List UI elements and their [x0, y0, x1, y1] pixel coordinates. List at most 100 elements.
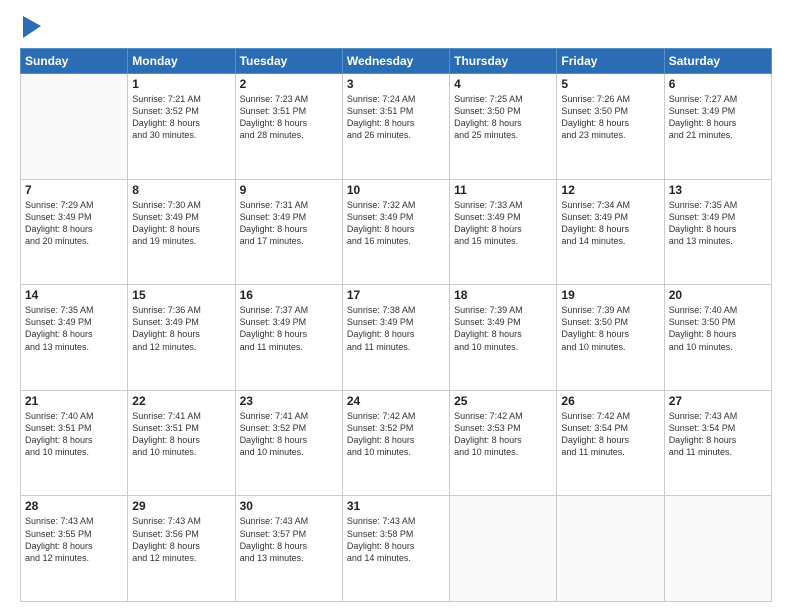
- day-number: 16: [240, 288, 338, 302]
- calendar-header-row: Sunday Monday Tuesday Wednesday Thursday…: [21, 49, 772, 74]
- calendar-week-row: 14 Sunrise: 7:35 AMSunset: 3:49 PMDayligh…: [21, 285, 772, 391]
- table-row: 1 Sunrise: 7:21 AMSunset: 3:52 PMDaylight…: [128, 74, 235, 180]
- day-number: 25: [454, 394, 552, 408]
- day-info: Sunrise: 7:34 AMSunset: 3:49 PMDaylight:…: [561, 199, 659, 248]
- day-number: 21: [25, 394, 123, 408]
- day-number: 22: [132, 394, 230, 408]
- calendar-week-row: 21 Sunrise: 7:40 AMSunset: 3:51 PMDayligh…: [21, 390, 772, 496]
- table-row: 4 Sunrise: 7:25 AMSunset: 3:50 PMDaylight…: [450, 74, 557, 180]
- table-row: 22Sunrise: 7:41 AMSunset: 3:51 PMDayligh…: [128, 390, 235, 496]
- day-number: 13: [669, 183, 767, 197]
- table-row: 12 Sunrise: 7:34 AMSunset: 3:49 PMDayligh…: [557, 179, 664, 285]
- day-info: Sunrise: 7:23 AMSunset: 3:51 PMDaylight:…: [240, 93, 338, 142]
- table-row: 13 Sunrise: 7:35 AMSunset: 3:49 PMDayligh…: [664, 179, 771, 285]
- table-row: 3 Sunrise: 7:24 AMSunset: 3:51 PMDaylight…: [342, 74, 449, 180]
- table-row: 31 Sunrise: 7:43 AMSunset: 3:58 PMDayligh…: [342, 496, 449, 602]
- table-row: 21 Sunrise: 7:40 AMSunset: 3:51 PMDayligh…: [21, 390, 128, 496]
- table-row: 8Sunrise: 7:30 AMSunset: 3:49 PMDaylight…: [128, 179, 235, 285]
- table-row: 14 Sunrise: 7:35 AMSunset: 3:49 PMDayligh…: [21, 285, 128, 391]
- day-info: Sunrise: 7:26 AMSunset: 3:50 PMDaylight:…: [561, 93, 659, 142]
- day-number: 23: [240, 394, 338, 408]
- table-row: 28Sunrise: 7:43 AMSunset: 3:55 PMDayligh…: [21, 496, 128, 602]
- day-number: 28: [25, 499, 123, 513]
- day-info: Sunrise: 7:33 AMSunset: 3:49 PMDaylight:…: [454, 199, 552, 248]
- table-row: [450, 496, 557, 602]
- day-number: 31: [347, 499, 445, 513]
- table-row: 11Sunrise: 7:33 AMSunset: 3:49 PMDayligh…: [450, 179, 557, 285]
- day-info: Sunrise: 7:42 AMSunset: 3:54 PMDaylight:…: [561, 410, 659, 459]
- day-info: Sunrise: 7:43 AMSunset: 3:57 PMDaylight:…: [240, 515, 338, 564]
- calendar-week-row: 7Sunrise: 7:29 AMSunset: 3:49 PMDaylight…: [21, 179, 772, 285]
- day-number: 2: [240, 77, 338, 91]
- day-number: 4: [454, 77, 552, 91]
- day-number: 15: [132, 288, 230, 302]
- table-row: 27 Sunrise: 7:43 AMSunset: 3:54 PMDayligh…: [664, 390, 771, 496]
- col-wednesday: Wednesday: [342, 49, 449, 74]
- table-row: [21, 74, 128, 180]
- table-row: 6Sunrise: 7:27 AMSunset: 3:49 PMDaylight…: [664, 74, 771, 180]
- table-row: 15 Sunrise: 7:36 AMSunset: 3:49 PMDayligh…: [128, 285, 235, 391]
- col-sunday: Sunday: [21, 49, 128, 74]
- day-info: Sunrise: 7:42 AMSunset: 3:52 PMDaylight:…: [347, 410, 445, 459]
- day-number: 27: [669, 394, 767, 408]
- table-row: 9 Sunrise: 7:31 AMSunset: 3:49 PMDaylight…: [235, 179, 342, 285]
- day-info: Sunrise: 7:21 AMSunset: 3:52 PMDaylight:…: [132, 93, 230, 142]
- day-info: Sunrise: 7:37 AMSunset: 3:49 PMDaylight:…: [240, 304, 338, 353]
- logo: [20, 18, 41, 38]
- day-info: Sunrise: 7:25 AMSunset: 3:50 PMDaylight:…: [454, 93, 552, 142]
- day-info: Sunrise: 7:42 AMSunset: 3:53 PMDaylight:…: [454, 410, 552, 459]
- day-info: Sunrise: 7:39 AMSunset: 3:49 PMDaylight:…: [454, 304, 552, 353]
- table-row: 19 Sunrise: 7:39 AMSunset: 3:50 PMDayligh…: [557, 285, 664, 391]
- table-row: 2 Sunrise: 7:23 AMSunset: 3:51 PMDaylight…: [235, 74, 342, 180]
- day-info: Sunrise: 7:43 AMSunset: 3:54 PMDaylight:…: [669, 410, 767, 459]
- table-row: 18Sunrise: 7:39 AMSunset: 3:49 PMDayligh…: [450, 285, 557, 391]
- day-info: Sunrise: 7:31 AMSunset: 3:49 PMDaylight:…: [240, 199, 338, 248]
- day-number: 12: [561, 183, 659, 197]
- day-info: Sunrise: 7:43 AMSunset: 3:58 PMDaylight:…: [347, 515, 445, 564]
- table-row: 23 Sunrise: 7:41 AMSunset: 3:52 PMDayligh…: [235, 390, 342, 496]
- col-tuesday: Tuesday: [235, 49, 342, 74]
- calendar-table: Sunday Monday Tuesday Wednesday Thursday…: [20, 48, 772, 602]
- day-number: 29: [132, 499, 230, 513]
- day-info: Sunrise: 7:40 AMSunset: 3:50 PMDaylight:…: [669, 304, 767, 353]
- day-info: Sunrise: 7:35 AMSunset: 3:49 PMDaylight:…: [25, 304, 123, 353]
- day-info: Sunrise: 7:38 AMSunset: 3:49 PMDaylight:…: [347, 304, 445, 353]
- day-info: Sunrise: 7:43 AMSunset: 3:56 PMDaylight:…: [132, 515, 230, 564]
- day-number: 24: [347, 394, 445, 408]
- calendar-week-row: 1 Sunrise: 7:21 AMSunset: 3:52 PMDaylight…: [21, 74, 772, 180]
- day-number: 17: [347, 288, 445, 302]
- table-row: [557, 496, 664, 602]
- table-row: 24 Sunrise: 7:42 AMSunset: 3:52 PMDayligh…: [342, 390, 449, 496]
- day-number: 14: [25, 288, 123, 302]
- day-number: 20: [669, 288, 767, 302]
- table-row: 5 Sunrise: 7:26 AMSunset: 3:50 PMDaylight…: [557, 74, 664, 180]
- day-info: Sunrise: 7:35 AMSunset: 3:49 PMDaylight:…: [669, 199, 767, 248]
- col-thursday: Thursday: [450, 49, 557, 74]
- day-info: Sunrise: 7:36 AMSunset: 3:49 PMDaylight:…: [132, 304, 230, 353]
- day-info: Sunrise: 7:27 AMSunset: 3:49 PMDaylight:…: [669, 93, 767, 142]
- day-number: 19: [561, 288, 659, 302]
- calendar-week-row: 28Sunrise: 7:43 AMSunset: 3:55 PMDayligh…: [21, 496, 772, 602]
- day-number: 9: [240, 183, 338, 197]
- day-info: Sunrise: 7:41 AMSunset: 3:52 PMDaylight:…: [240, 410, 338, 459]
- table-row: 10 Sunrise: 7:32 AMSunset: 3:49 PMDayligh…: [342, 179, 449, 285]
- table-row: 29 Sunrise: 7:43 AMSunset: 3:56 PMDayligh…: [128, 496, 235, 602]
- day-number: 26: [561, 394, 659, 408]
- day-number: 8: [132, 183, 230, 197]
- day-number: 1: [132, 77, 230, 91]
- day-number: 3: [347, 77, 445, 91]
- day-info: Sunrise: 7:29 AMSunset: 3:49 PMDaylight:…: [25, 199, 123, 248]
- table-row: 30Sunrise: 7:43 AMSunset: 3:57 PMDayligh…: [235, 496, 342, 602]
- table-row: 16 Sunrise: 7:37 AMSunset: 3:49 PMDayligh…: [235, 285, 342, 391]
- day-info: Sunrise: 7:39 AMSunset: 3:50 PMDaylight:…: [561, 304, 659, 353]
- day-number: 5: [561, 77, 659, 91]
- table-row: 17 Sunrise: 7:38 AMSunset: 3:49 PMDayligh…: [342, 285, 449, 391]
- day-info: Sunrise: 7:40 AMSunset: 3:51 PMDaylight:…: [25, 410, 123, 459]
- page: Sunday Monday Tuesday Wednesday Thursday…: [0, 0, 792, 612]
- day-number: 10: [347, 183, 445, 197]
- table-row: 7Sunrise: 7:29 AMSunset: 3:49 PMDaylight…: [21, 179, 128, 285]
- table-row: [664, 496, 771, 602]
- day-info: Sunrise: 7:24 AMSunset: 3:51 PMDaylight:…: [347, 93, 445, 142]
- day-info: Sunrise: 7:32 AMSunset: 3:49 PMDaylight:…: [347, 199, 445, 248]
- col-friday: Friday: [557, 49, 664, 74]
